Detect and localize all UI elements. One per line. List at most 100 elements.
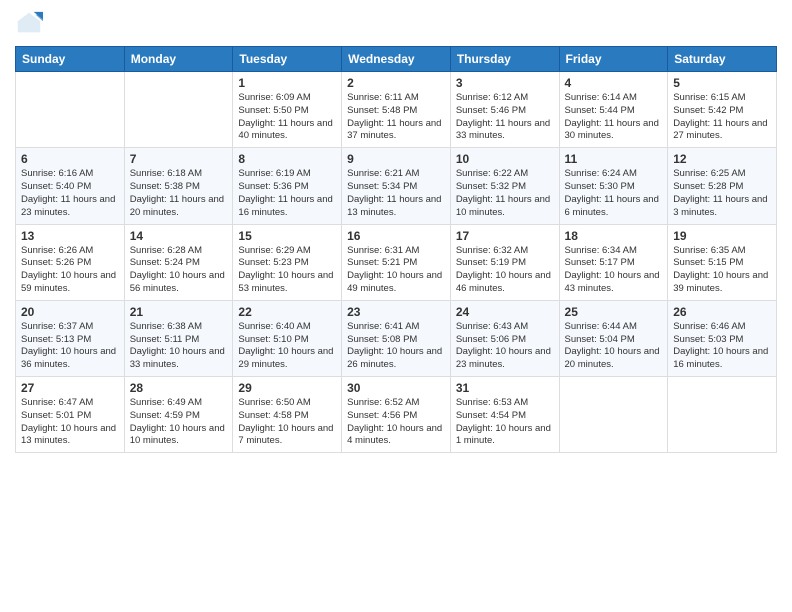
calendar-cell: 9 Sunrise: 6:21 AM Sunset: 5:34 PM Daylig… xyxy=(342,148,451,224)
day-number: 28 xyxy=(130,381,228,395)
day-number: 18 xyxy=(565,229,663,243)
day-number: 25 xyxy=(565,305,663,319)
day-info: Sunrise: 6:16 AM Sunset: 5:40 PM Dayligh… xyxy=(21,168,119,219)
calendar-cell: 24Sunrise: 6:43 AM Sunset: 5:06 PM Dayli… xyxy=(450,300,559,376)
day-number: 17 xyxy=(456,229,554,243)
day-number: 15 xyxy=(238,229,336,243)
day-info: Sunrise: 6:12 AM Sunset: 5:46 PM Dayligh… xyxy=(456,92,554,143)
day-number: 4 xyxy=(565,76,663,90)
day-number: 26 xyxy=(673,305,771,319)
calendar-cell: 3 Sunrise: 6:12 AM Sunset: 5:46 PM Daylig… xyxy=(450,72,559,148)
calendar-week-row: 20 Sunrise: 6:37 AM Sunset: 5:13 PM Dayli… xyxy=(16,300,777,376)
calendar-cell: 10 Sunrise: 6:22 AM Sunset: 5:32 PM Dayli… xyxy=(450,148,559,224)
calendar-week-row: 13 Sunrise: 6:26 AM Sunset: 5:26 PM Dayli… xyxy=(16,224,777,300)
calendar-cell: 20 Sunrise: 6:37 AM Sunset: 5:13 PM Dayli… xyxy=(16,300,125,376)
calendar-cell: 15 Sunrise: 6:29 AM Sunset: 5:23 PM Dayli… xyxy=(233,224,342,300)
weekday-header-wednesday: Wednesday xyxy=(342,47,451,72)
calendar-week-row: 27Sunrise: 6:47 AM Sunset: 5:01 PM Dayli… xyxy=(16,377,777,453)
day-info: Sunrise: 6:47 AM Sunset: 5:01 PM Dayligh… xyxy=(21,397,119,448)
day-number: 8 xyxy=(238,152,336,166)
header xyxy=(15,10,777,38)
day-info: Sunrise: 6:26 AM Sunset: 5:26 PM Dayligh… xyxy=(21,245,119,296)
calendar-table: SundayMondayTuesdayWednesdayThursdayFrid… xyxy=(15,46,777,453)
day-info: Sunrise: 6:15 AM Sunset: 5:42 PM Dayligh… xyxy=(673,92,771,143)
calendar-cell xyxy=(559,377,668,453)
day-number: 23 xyxy=(347,305,445,319)
day-info: Sunrise: 6:52 AM Sunset: 4:56 PM Dayligh… xyxy=(347,397,445,448)
calendar-cell: 21Sunrise: 6:38 AM Sunset: 5:11 PM Dayli… xyxy=(124,300,233,376)
day-info: Sunrise: 6:40 AM Sunset: 5:10 PM Dayligh… xyxy=(238,321,336,372)
day-number: 13 xyxy=(21,229,119,243)
calendar-cell: 19 Sunrise: 6:35 AM Sunset: 5:15 PM Dayli… xyxy=(668,224,777,300)
calendar-cell: 22 Sunrise: 6:40 AM Sunset: 5:10 PM Dayli… xyxy=(233,300,342,376)
day-info: Sunrise: 6:18 AM Sunset: 5:38 PM Dayligh… xyxy=(130,168,228,219)
day-number: 16 xyxy=(347,229,445,243)
day-info: Sunrise: 6:31 AM Sunset: 5:21 PM Dayligh… xyxy=(347,245,445,296)
calendar-cell: 12Sunrise: 6:25 AM Sunset: 5:28 PM Dayli… xyxy=(668,148,777,224)
calendar-cell xyxy=(16,72,125,148)
day-number: 2 xyxy=(347,76,445,90)
calendar-cell: 5 Sunrise: 6:15 AM Sunset: 5:42 PM Daylig… xyxy=(668,72,777,148)
weekday-header-thursday: Thursday xyxy=(450,47,559,72)
calendar-cell: 28 Sunrise: 6:49 AM Sunset: 4:59 PM Dayli… xyxy=(124,377,233,453)
calendar-week-row: 1Sunrise: 6:09 AM Sunset: 5:50 PM Daylig… xyxy=(16,72,777,148)
day-info: Sunrise: 6:34 AM Sunset: 5:17 PM Dayligh… xyxy=(565,245,663,296)
calendar-cell: 2 Sunrise: 6:11 AM Sunset: 5:48 PM Daylig… xyxy=(342,72,451,148)
day-info: Sunrise: 6:14 AM Sunset: 5:44 PM Dayligh… xyxy=(565,92,663,143)
day-info: Sunrise: 6:50 AM Sunset: 4:58 PM Dayligh… xyxy=(238,397,336,448)
weekday-header-saturday: Saturday xyxy=(668,47,777,72)
calendar-cell xyxy=(124,72,233,148)
day-number: 5 xyxy=(673,76,771,90)
day-info: Sunrise: 6:32 AM Sunset: 5:19 PM Dayligh… xyxy=(456,245,554,296)
day-number: 22 xyxy=(238,305,336,319)
weekday-header-sunday: Sunday xyxy=(16,47,125,72)
calendar-cell: 8Sunrise: 6:19 AM Sunset: 5:36 PM Daylig… xyxy=(233,148,342,224)
calendar-cell: 31Sunrise: 6:53 AM Sunset: 4:54 PM Dayli… xyxy=(450,377,559,453)
calendar-cell xyxy=(668,377,777,453)
weekday-header-row: SundayMondayTuesdayWednesdayThursdayFrid… xyxy=(16,47,777,72)
calendar-cell: 7 Sunrise: 6:18 AM Sunset: 5:38 PM Daylig… xyxy=(124,148,233,224)
weekday-header-monday: Monday xyxy=(124,47,233,72)
day-info: Sunrise: 6:22 AM Sunset: 5:32 PM Dayligh… xyxy=(456,168,554,219)
day-info: Sunrise: 6:24 AM Sunset: 5:30 PM Dayligh… xyxy=(565,168,663,219)
day-number: 11 xyxy=(565,152,663,166)
calendar-cell: 4 Sunrise: 6:14 AM Sunset: 5:44 PM Daylig… xyxy=(559,72,668,148)
day-number: 3 xyxy=(456,76,554,90)
calendar-cell: 6 Sunrise: 6:16 AM Sunset: 5:40 PM Daylig… xyxy=(16,148,125,224)
calendar-cell: 25Sunrise: 6:44 AM Sunset: 5:04 PM Dayli… xyxy=(559,300,668,376)
day-info: Sunrise: 6:29 AM Sunset: 5:23 PM Dayligh… xyxy=(238,245,336,296)
day-number: 24 xyxy=(456,305,554,319)
logo xyxy=(15,10,47,38)
day-number: 20 xyxy=(21,305,119,319)
day-info: Sunrise: 6:37 AM Sunset: 5:13 PM Dayligh… xyxy=(21,321,119,372)
day-number: 14 xyxy=(130,229,228,243)
day-number: 29 xyxy=(238,381,336,395)
day-number: 19 xyxy=(673,229,771,243)
weekday-header-friday: Friday xyxy=(559,47,668,72)
calendar-cell: 18 Sunrise: 6:34 AM Sunset: 5:17 PM Dayli… xyxy=(559,224,668,300)
day-number: 7 xyxy=(130,152,228,166)
calendar-cell: 11 Sunrise: 6:24 AM Sunset: 5:30 PM Dayli… xyxy=(559,148,668,224)
calendar-cell: 26 Sunrise: 6:46 AM Sunset: 5:03 PM Dayli… xyxy=(668,300,777,376)
calendar-cell: 27Sunrise: 6:47 AM Sunset: 5:01 PM Dayli… xyxy=(16,377,125,453)
calendar-cell: 1Sunrise: 6:09 AM Sunset: 5:50 PM Daylig… xyxy=(233,72,342,148)
day-info: Sunrise: 6:41 AM Sunset: 5:08 PM Dayligh… xyxy=(347,321,445,372)
day-number: 10 xyxy=(456,152,554,166)
day-number: 1 xyxy=(238,76,336,90)
day-info: Sunrise: 6:46 AM Sunset: 5:03 PM Dayligh… xyxy=(673,321,771,372)
day-info: Sunrise: 6:38 AM Sunset: 5:11 PM Dayligh… xyxy=(130,321,228,372)
weekday-header-tuesday: Tuesday xyxy=(233,47,342,72)
calendar-cell: 13 Sunrise: 6:26 AM Sunset: 5:26 PM Dayli… xyxy=(16,224,125,300)
day-number: 12 xyxy=(673,152,771,166)
day-info: Sunrise: 6:21 AM Sunset: 5:34 PM Dayligh… xyxy=(347,168,445,219)
day-info: Sunrise: 6:35 AM Sunset: 5:15 PM Dayligh… xyxy=(673,245,771,296)
day-info: Sunrise: 6:11 AM Sunset: 5:48 PM Dayligh… xyxy=(347,92,445,143)
logo-icon xyxy=(15,10,43,38)
page: SundayMondayTuesdayWednesdayThursdayFrid… xyxy=(0,0,792,612)
day-number: 9 xyxy=(347,152,445,166)
day-info: Sunrise: 6:49 AM Sunset: 4:59 PM Dayligh… xyxy=(130,397,228,448)
day-number: 6 xyxy=(21,152,119,166)
calendar-cell: 23 Sunrise: 6:41 AM Sunset: 5:08 PM Dayli… xyxy=(342,300,451,376)
calendar-week-row: 6 Sunrise: 6:16 AM Sunset: 5:40 PM Daylig… xyxy=(16,148,777,224)
calendar-cell: 29 Sunrise: 6:50 AM Sunset: 4:58 PM Dayli… xyxy=(233,377,342,453)
